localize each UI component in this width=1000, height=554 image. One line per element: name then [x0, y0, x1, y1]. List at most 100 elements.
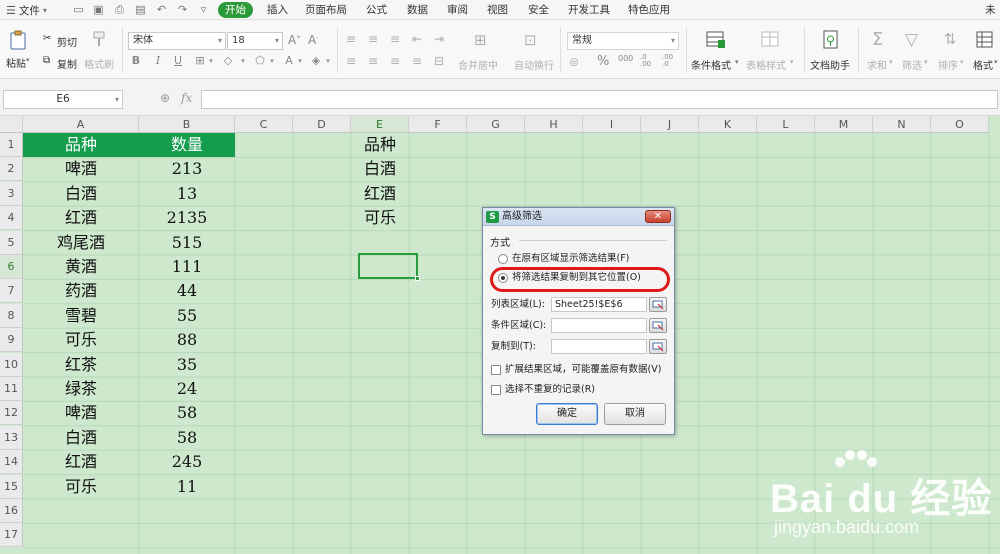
- row-header-16[interactable]: 16: [0, 499, 23, 523]
- table-cell[interactable]: 啤酒: [23, 401, 139, 425]
- row-header-13[interactable]: 13: [0, 425, 23, 450]
- criteria-cell[interactable]: 品种: [351, 133, 409, 157]
- format-painter-icon[interactable]: [91, 30, 107, 48]
- name-box[interactable]: E6 ▾: [3, 90, 123, 109]
- redo-icon[interactable]: ↷: [176, 3, 189, 16]
- sort-button[interactable]: 排序: [938, 57, 958, 72]
- ok-button[interactable]: 确定: [536, 403, 598, 425]
- copy-to-collapse-icon[interactable]: [649, 339, 667, 354]
- underline-button[interactable]: U: [172, 54, 184, 67]
- table-cell[interactable]: 11: [139, 475, 235, 499]
- chevron-down-icon[interactable]: ▾: [266, 57, 278, 65]
- function-button[interactable]: fx: [181, 91, 192, 105]
- column-header-j[interactable]: J: [641, 116, 699, 133]
- criteria-range-collapse-icon[interactable]: [649, 318, 667, 333]
- expand-result-checkbox[interactable]: [491, 365, 501, 375]
- print-preview-icon[interactable]: ▤: [134, 3, 147, 16]
- increase-decimal-button[interactable]: .0 .00: [640, 54, 656, 68]
- table-cell[interactable]: 红茶: [23, 353, 139, 377]
- bold-button[interactable]: B: [130, 54, 142, 67]
- indent-icon[interactable]: ⇤: [412, 32, 422, 46]
- list-range-collapse-icon[interactable]: [649, 297, 667, 312]
- chevron-down-icon[interactable]: ▾: [994, 58, 998, 66]
- column-header-c[interactable]: C: [235, 116, 293, 133]
- list-range-input[interactable]: Sheet25!$E$6: [551, 297, 647, 312]
- table-cell[interactable]: 2135: [139, 206, 235, 230]
- row-header-3[interactable]: 3: [0, 181, 23, 206]
- formula-input[interactable]: [201, 90, 998, 109]
- table-cell[interactable]: 鸡尾酒: [23, 231, 139, 255]
- align-top-icon[interactable]: ≡: [346, 32, 356, 46]
- decrease-font-icon[interactable]: A-: [308, 33, 318, 47]
- criteria-cell[interactable]: 红酒: [351, 182, 409, 206]
- customize-icon[interactable]: ▿: [197, 3, 210, 16]
- table-cell[interactable]: 绿茶: [23, 377, 139, 401]
- tab-view[interactable]: 视图: [487, 3, 508, 18]
- distribute-icon[interactable]: ⊟: [434, 54, 444, 68]
- row-header-1[interactable]: 1: [0, 133, 23, 157]
- table-cell[interactable]: 58: [139, 401, 235, 425]
- row-header-9[interactable]: 9: [0, 328, 23, 353]
- table-cell[interactable]: 白酒: [23, 426, 139, 450]
- justify-icon[interactable]: ≡: [412, 54, 422, 68]
- row-header-10[interactable]: 10: [0, 352, 23, 377]
- column-header-f[interactable]: F: [409, 116, 467, 133]
- table-cell[interactable]: 24: [139, 377, 235, 401]
- align-middle-icon[interactable]: ≡: [368, 32, 378, 46]
- column-header-n[interactable]: N: [873, 116, 931, 133]
- row-header-2[interactable]: 2: [0, 157, 23, 182]
- fill-color-icon[interactable]: ◇: [222, 54, 234, 67]
- clear-format-icon[interactable]: ◈: [310, 54, 322, 67]
- row-header-4[interactable]: 4: [0, 206, 23, 231]
- tab-developer[interactable]: 开发工具: [568, 3, 610, 18]
- table-cell[interactable]: 13: [139, 182, 235, 206]
- table-cell[interactable]: 红酒: [23, 206, 139, 230]
- table-cell[interactable]: 药酒: [23, 279, 139, 303]
- expand-result-label[interactable]: 扩展结果区域，可能覆盖原有数据(V): [505, 364, 661, 376]
- save-icon[interactable]: ▭: [72, 3, 85, 16]
- align-left-icon[interactable]: ≡: [346, 54, 356, 68]
- number-format-select[interactable]: 常规 ▾: [567, 32, 679, 50]
- column-header-e[interactable]: E: [351, 116, 409, 133]
- tab-data[interactable]: 数据: [407, 3, 428, 18]
- tab-review[interactable]: 审阅: [447, 3, 468, 18]
- table-cell[interactable]: 111: [139, 255, 235, 279]
- tab-page-layout[interactable]: 页面布局: [305, 3, 347, 18]
- chevron-down-icon[interactable]: ▾: [735, 58, 739, 66]
- column-header-i[interactable]: I: [583, 116, 641, 133]
- unique-records-label[interactable]: 选择不重复的记录(R): [505, 384, 595, 396]
- table-cell[interactable]: 245: [139, 450, 235, 474]
- row-header-12[interactable]: 12: [0, 401, 23, 426]
- font-size-select[interactable]: 18 ▾: [227, 32, 283, 50]
- dialog-title-bar[interactable]: S 高级筛选 ✕: [483, 208, 674, 226]
- column-header-m[interactable]: M: [815, 116, 873, 133]
- row-header-17[interactable]: 17: [0, 523, 23, 548]
- table-cell[interactable]: 可乐: [23, 328, 139, 352]
- column-header-k[interactable]: K: [699, 116, 757, 133]
- row-header-8[interactable]: 8: [0, 303, 23, 328]
- table-header-cell[interactable]: 品种: [23, 133, 139, 157]
- conditional-format-button[interactable]: 条件格式: [691, 57, 731, 72]
- increase-font-icon[interactable]: A+: [288, 33, 301, 47]
- tab-security[interactable]: 安全: [528, 3, 549, 18]
- chevron-down-icon[interactable]: ▾: [322, 57, 334, 65]
- file-menu[interactable]: ☰ 文件 ▾: [6, 2, 47, 18]
- table-cell[interactable]: 35: [139, 353, 235, 377]
- row-header-7[interactable]: 7: [0, 279, 23, 304]
- outdent-icon[interactable]: ⇥: [434, 32, 444, 46]
- select-all-corner[interactable]: [0, 116, 23, 133]
- tab-home[interactable]: 开始: [218, 2, 253, 18]
- merge-center-button[interactable]: 合并居中: [458, 57, 498, 72]
- paste-button[interactable]: 粘贴: [6, 55, 26, 70]
- table-cell[interactable]: 雪碧: [23, 304, 139, 328]
- italic-button[interactable]: I: [152, 54, 164, 67]
- filter-button[interactable]: 筛选: [902, 57, 922, 72]
- cut-button[interactable]: 剪切: [57, 34, 77, 49]
- table-style-button[interactable]: 表格样式: [746, 57, 786, 72]
- cancel-button[interactable]: 取消: [604, 403, 666, 425]
- tab-overflow[interactable]: 未: [985, 3, 996, 18]
- print-icon[interactable]: ⎙: [113, 3, 126, 16]
- thousands-button[interactable]: 000: [618, 54, 633, 63]
- tab-insert[interactable]: 插入: [267, 3, 288, 18]
- table-cell[interactable]: 黄酒: [23, 255, 139, 279]
